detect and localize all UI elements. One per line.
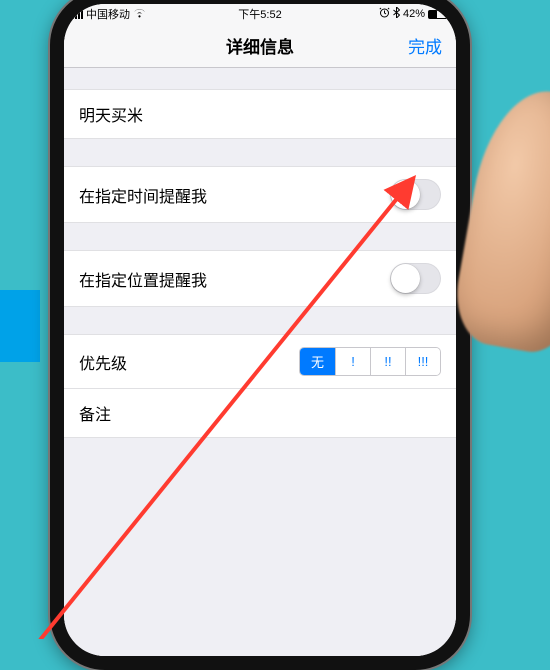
remind-time-row: 在指定时间提醒我: [64, 167, 456, 223]
priority-opt-medium[interactable]: !!: [370, 348, 405, 375]
status-bar: 中国移动 下午5:52 42%: [64, 4, 456, 24]
battery-icon: [428, 10, 448, 19]
reminder-title: 明天买米: [79, 102, 441, 126]
remind-time-label: 在指定时间提醒我: [79, 183, 390, 207]
priority-label: 优先级: [79, 350, 299, 374]
remind-location-toggle[interactable]: [390, 263, 441, 294]
priority-opt-low[interactable]: !: [335, 348, 370, 375]
remind-time-toggle[interactable]: [390, 179, 441, 210]
notes-label: 备注: [79, 401, 441, 425]
remind-location-label: 在指定位置提醒我: [79, 267, 390, 291]
navbar: 详细信息 完成: [64, 24, 456, 68]
priority-row: 优先级 无 ! !! !!!: [64, 335, 456, 389]
done-button[interactable]: 完成: [408, 33, 442, 58]
clock: 下午5:52: [64, 6, 456, 22]
remind-location-row: 在指定位置提醒我: [64, 251, 456, 307]
priority-segmented[interactable]: 无 ! !! !!!: [299, 347, 441, 376]
external-blue-tab: [0, 290, 40, 362]
priority-opt-none[interactable]: 无: [300, 348, 335, 375]
content: 明天买米 在指定时间提醒我 在指定位置提醒我 优先级: [64, 68, 456, 656]
reminder-title-row[interactable]: 明天买米: [64, 90, 456, 139]
page-title: 详细信息: [226, 33, 294, 58]
priority-opt-high[interactable]: !!!: [405, 348, 440, 375]
notes-row[interactable]: 备注: [64, 389, 456, 438]
screen: 中国移动 下午5:52 42% 详细信息 完成: [64, 4, 456, 656]
phone-frame: 中国移动 下午5:52 42% 详细信息 完成: [50, 0, 470, 670]
